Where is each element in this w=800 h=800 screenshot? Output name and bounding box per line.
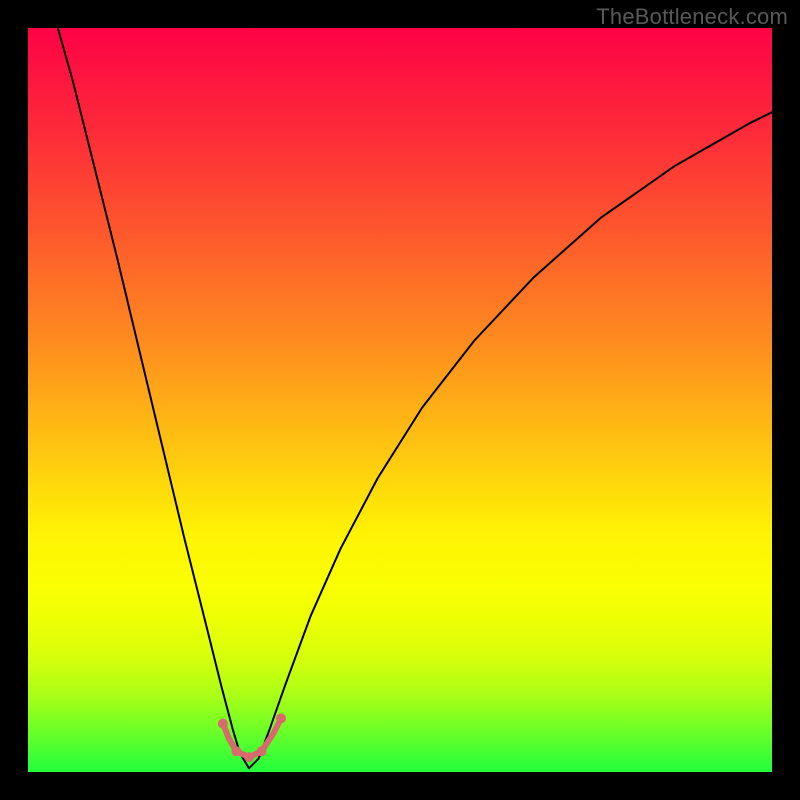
fit-dot (276, 713, 286, 723)
fit-dot (244, 752, 254, 762)
chart-outer-frame: TheBottleneck.com (0, 0, 800, 800)
watermark-text: TheBottleneck.com (596, 4, 788, 30)
fit-dot (218, 719, 228, 729)
plot-area (28, 28, 772, 772)
fit-dot (231, 746, 241, 756)
curve-layer (28, 28, 772, 772)
fit-dot (257, 746, 267, 756)
bottleneck-curve (58, 28, 772, 768)
